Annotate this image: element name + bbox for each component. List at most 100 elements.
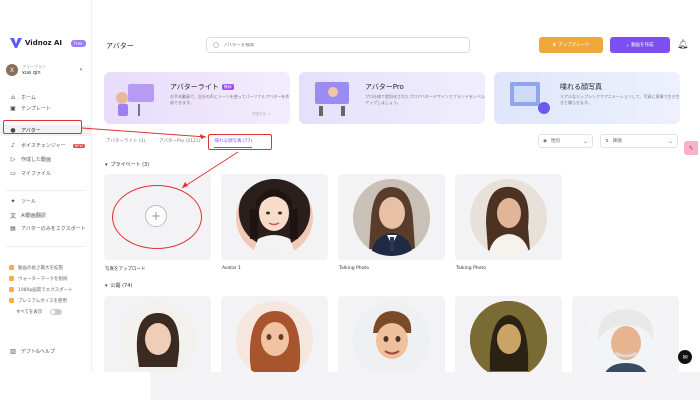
avatar-image (236, 301, 313, 372)
filter-icon: ◉ (543, 138, 547, 144)
public-avatar-card[interactable] (572, 296, 679, 372)
feature-list: 動画の長さ最大を拡張 ウォーターマークを削除 1080p画質でエクスポート プレ… (0, 262, 92, 317)
help-icon: ▥ (10, 348, 16, 355)
sidebar-item-export[interactable]: ▤ アバターのみをエクスポート (0, 223, 92, 234)
sidebar-item-label: デフト&ヘルプ (21, 349, 55, 355)
tab-highlight-box (208, 134, 272, 150)
face-illustration-icon (373, 311, 412, 359)
face-illustration-icon (249, 311, 301, 372)
sidebar-item-tools[interactable]: ✦ ツール (0, 196, 92, 207)
vidnoz-logo-icon (10, 38, 22, 48)
talking-photo-card[interactable] (338, 174, 445, 260)
sidebar-item-label: テンプレート (21, 106, 51, 112)
crown-icon: ♛ (552, 42, 557, 47)
search-icon: ○ (213, 41, 220, 49)
sidebar-item-translate[interactable]: 文 AI動画翻訳 (0, 210, 92, 221)
public-avatar-card[interactable] (338, 296, 445, 372)
section-title: 公開 (74) (110, 283, 133, 289)
divider (6, 190, 86, 191)
upgrade-button[interactable]: ♛ アップグレード (539, 37, 603, 53)
tools-nav: ✦ ツール 文 AI動画翻訳 ▤ アバターのみをエクスポート (0, 196, 92, 234)
bell-icon[interactable]: 🔔︎ (677, 40, 688, 50)
caret-down-icon: ▾ (105, 161, 108, 168)
public-avatar-card[interactable] (104, 296, 211, 372)
create-video-button[interactable]: + 動画を作成 (610, 37, 670, 53)
folder-icon: ▭ (10, 170, 16, 177)
search-bar[interactable]: ○ (206, 37, 470, 53)
photo-illustration-icon (510, 82, 550, 114)
sidebar-item-files[interactable]: ▭ マイファイル (0, 168, 92, 179)
help-nav: ▥ デフト&ヘルプ (0, 346, 92, 357)
feature-item: ウォーターマークを削除 (0, 273, 92, 284)
feature-item: プレミアムボイスを使用 (0, 295, 92, 306)
feature-item: 動画の長さ最大を拡張 (0, 262, 92, 273)
promo-cta[interactable]: 作成する → (252, 112, 270, 117)
section-private-header[interactable]: ▾ プライベート (3) (105, 161, 149, 169)
feedback-tab-icon[interactable]: ✎ (684, 141, 698, 155)
sidebar-item-label: AI動画翻訳 (21, 213, 46, 219)
talking-photo-card[interactable] (455, 174, 562, 260)
promo-avatar-pro[interactable]: アバターPro プロ仕様で差別化されたプロアバターデザインでブランドをレベルアッ… (299, 72, 485, 124)
chevron-down-icon: ⌄ (667, 137, 673, 145)
avatar-image (470, 179, 547, 256)
app-name: Vidnoz AI (25, 39, 63, 47)
sort-dropdown[interactable]: ⇅ 降順 ⌄ (600, 134, 678, 148)
avatar: X (6, 64, 18, 76)
chat-icon[interactable]: ✉ (678, 350, 692, 364)
sidebar-item-videos[interactable]: ▷ 作成した動画 (0, 154, 92, 165)
search-input[interactable] (223, 42, 424, 48)
promo-desc: プロ仕様で差別化されたプロアバターデザインでブランドをレベルアップしましょう。 (365, 94, 485, 105)
promo-title-text: アバターライト (170, 83, 219, 91)
template-icon: ▣ (10, 105, 16, 112)
plus-icon: + (626, 42, 630, 48)
show-all-toggle[interactable] (50, 308, 63, 315)
avatar-image (236, 179, 313, 256)
tab-avatar-pro[interactable]: アバターPro (2121) (159, 138, 200, 144)
avatar-image (353, 301, 430, 372)
sidebar-item-help[interactable]: ▥ デフト&ヘルプ (0, 346, 92, 357)
avatar-card[interactable] (221, 174, 328, 260)
create-label: 動画を作成 (631, 42, 654, 47)
card-label: Talking Photo (456, 266, 486, 271)
public-avatar-card[interactable] (455, 296, 562, 372)
main-nav: ⌂ ホーム ▣ テンプレート ● アバター ♪ ボイスチェンジャー NEW ▷ … (0, 92, 92, 179)
gender-filter[interactable]: ◉ 性別 ⌄ (538, 134, 593, 148)
section-public-header[interactable]: ▾ 公開 (74) (105, 282, 133, 290)
user-profile[interactable]: X フリープラン xue qin ▾ (6, 64, 82, 76)
face-illustration-icon (250, 189, 298, 256)
sidebar-item-label: ボイスチェンジャー (21, 143, 66, 149)
card-label: Avatar 1 (222, 266, 241, 271)
promo-avatar-lite[interactable]: アバターライト 無料 お手本動画で、自分の声とトーンを使ってパーソナルアバターを… (104, 72, 290, 124)
tab-avatar-lite[interactable]: アバターライト (3) (106, 138, 145, 144)
logo[interactable]: Vidnoz AI Free (10, 38, 86, 48)
promo-talking-photo[interactable]: 喋れる顔写真 リアルなリップシンクでアニメーションして、写真に表情で生き生きと喋… (494, 72, 680, 124)
promo-desc: リアルなリップシンクでアニメーションして、写真に表情で生き生きと喋らせます。 (560, 94, 680, 105)
sidebar-item-label: 作成した動画 (21, 157, 52, 163)
face-illustration-icon (369, 187, 415, 256)
home-icon: ⌂ (11, 94, 15, 101)
show-all-row: すべてを表示 (0, 306, 92, 317)
sidebar-item-voice[interactable]: ♪ ボイスチェンジャー NEW (0, 140, 92, 151)
feature-label: プレミアムボイスを使用 (18, 298, 68, 304)
sidebar-item-home[interactable]: ⌂ ホーム (0, 92, 92, 103)
voice-icon: ♪ (11, 142, 15, 149)
promo-title: アバターライト 無料 (170, 82, 234, 92)
user-name: xue qin (22, 70, 41, 76)
upload-highlight-ellipse (112, 185, 202, 249)
promo-title: アバターPro (365, 82, 404, 92)
face-illustration-icon (470, 301, 547, 372)
avatar-image (470, 301, 547, 372)
promo-title-text: 喋れる顔写真 (560, 83, 602, 91)
face-illustration-icon (136, 313, 180, 367)
studio-illustration-icon (315, 82, 349, 116)
card-label: Talking Photo (339, 266, 369, 271)
chevron-down-icon[interactable]: ▾ (80, 67, 83, 73)
face-illustration-icon (598, 309, 654, 372)
sort-icon: ⇅ (605, 138, 609, 144)
crown-icon (9, 276, 14, 281)
sidebar-item-template[interactable]: ▣ テンプレート (0, 103, 92, 114)
public-avatar-card[interactable] (221, 296, 328, 372)
export-icon: ▤ (10, 225, 16, 232)
avatar-image (353, 179, 430, 256)
bottom-area (150, 372, 700, 400)
